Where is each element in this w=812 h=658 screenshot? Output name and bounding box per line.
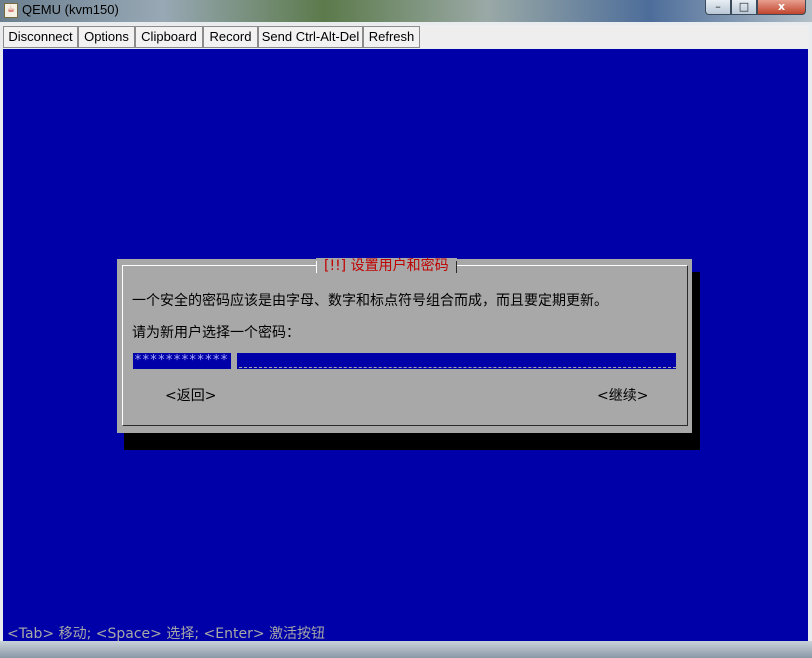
clipboard-button[interactable]: Clipboard: [135, 26, 203, 48]
send-ctrl-alt-del-button[interactable]: Send Ctrl-Alt-Del: [258, 26, 363, 48]
password-masked-value: ************: [134, 353, 228, 368]
vnc-toolbar: Disconnect Options Clipboard Record Send…: [3, 25, 809, 48]
input-underline: [239, 366, 676, 368]
password-dialog: [!!] 设置用户和密码 一个安全的密码应该是由字母、数字和标点符号组合而成，而…: [117, 258, 692, 433]
vnc-console-screen[interactable]: [!!] 设置用户和密码 一个安全的密码应该是由字母、数字和标点符号组合而成，而…: [3, 49, 808, 641]
close-button[interactable]: x: [757, 0, 806, 15]
window-title: QEMU (kvm150): [22, 2, 119, 17]
continue-button[interactable]: <继续>: [597, 385, 648, 405]
window-titlebar[interactable]: ☕ QEMU (kvm150) – □ x: [0, 0, 812, 22]
dialog-message: 一个安全的密码应该是由字母、数字和标点符号组合而成，而且要定期更新。: [132, 293, 608, 309]
record-button[interactable]: Record: [203, 26, 258, 48]
maximize-button[interactable]: □: [731, 0, 757, 15]
refresh-button[interactable]: Refresh: [363, 26, 420, 48]
disconnect-button[interactable]: Disconnect: [3, 26, 78, 48]
keyboard-hint-bar: <Tab> 移动; <Space> 选择; <Enter> 激活按钮: [7, 626, 326, 641]
taskbar-strip: [0, 641, 812, 658]
minimize-button[interactable]: –: [705, 0, 731, 15]
password-prompt: 请为新用户选择一个密码：: [132, 325, 300, 341]
back-button[interactable]: <返回>: [165, 385, 216, 405]
options-button[interactable]: Options: [78, 26, 135, 48]
dialog-title: [!!] 设置用户和密码: [316, 258, 457, 274]
password-input[interactable]: ************: [133, 353, 676, 369]
text-cursor: [231, 353, 237, 369]
java-cup-icon: ☕: [4, 3, 18, 18]
